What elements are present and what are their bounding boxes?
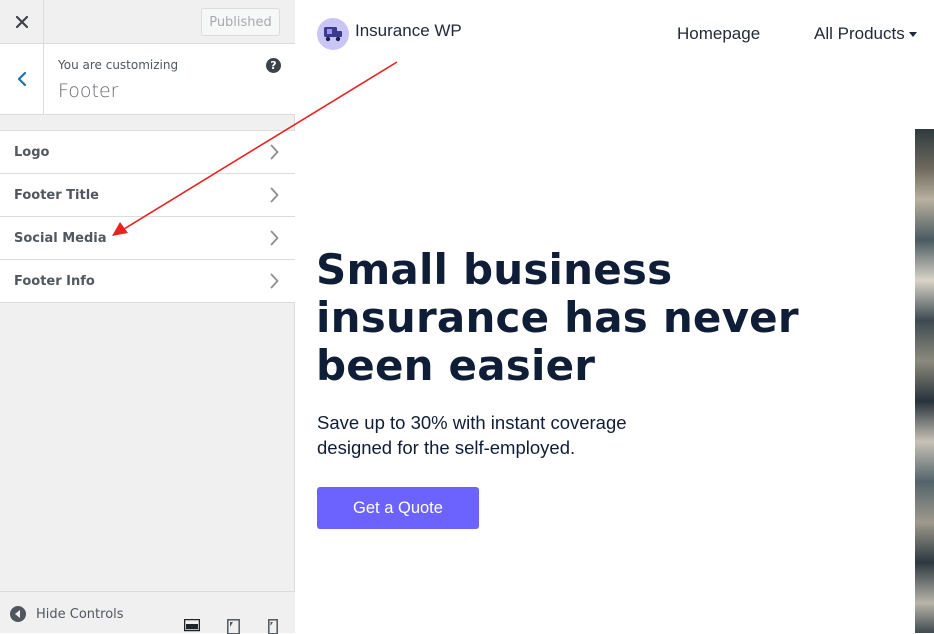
mobile-icon[interactable] <box>268 619 278 634</box>
control-item-logo[interactable]: Logo <box>0 131 295 174</box>
arrow-left-circle-icon <box>10 606 26 622</box>
hide-controls-label: Hide Controls <box>36 606 124 622</box>
control-item-label: Footer Title <box>14 187 99 203</box>
desktop-icon[interactable] <box>184 619 200 634</box>
site-title: Insurance WP <box>355 21 462 40</box>
control-item-label: Footer Info <box>14 273 95 289</box>
truck-icon <box>324 27 342 42</box>
publish-button[interactable]: Published <box>201 8 280 36</box>
control-item-social-media[interactable]: Social Media <box>0 217 295 260</box>
chevron-right-icon <box>270 273 279 289</box>
control-list: Logo Footer Title Social Media Footer In… <box>0 130 295 303</box>
nav-all-products-link[interactable]: All Products <box>814 24 917 44</box>
get-a-quote-button[interactable]: Get a Quote <box>317 487 479 529</box>
section-title: Footer <box>58 80 119 102</box>
customizer-footer-actions: Hide Controls <box>0 591 295 634</box>
control-item-label: Logo <box>14 144 50 160</box>
customizing-label: You are customizing <box>58 58 179 72</box>
customizer-header: Published <box>0 0 295 44</box>
control-item-label: Social Media <box>14 230 107 246</box>
nav-homepage-link[interactable]: Homepage <box>677 24 760 44</box>
hide-controls-button[interactable]: Hide Controls <box>10 606 124 622</box>
chevron-right-icon <box>270 230 279 246</box>
site-logo <box>317 18 349 50</box>
site-brand[interactable]: Insurance WP <box>317 18 462 50</box>
hero-subtitle: Save up to 30% with instant coverage des… <box>317 412 627 458</box>
site-preview: Insurance WP Homepage All Products Small… <box>296 0 934 633</box>
caret-down-icon <box>908 31 917 37</box>
chevron-left-icon <box>17 71 26 87</box>
help-icon[interactable]: ? <box>266 58 281 73</box>
chevron-right-icon <box>270 187 279 203</box>
control-item-footer-info[interactable]: Footer Info <box>0 260 295 303</box>
control-item-footer-title[interactable]: Footer Title <box>0 174 295 217</box>
nav-all-products-label: All Products <box>814 24 905 43</box>
back-button[interactable] <box>0 44 44 114</box>
close-icon <box>15 15 28 28</box>
close-customizer-button[interactable] <box>0 0 44 43</box>
hero-image <box>915 129 934 633</box>
tablet-icon[interactable] <box>227 619 240 634</box>
section-header: You are customizing Footer ? <box>0 44 295 115</box>
chevron-right-icon <box>270 144 279 160</box>
customizer-sidebar: Published You are customizing Footer ? L… <box>0 0 295 634</box>
hero-title: Small business insurance has never been … <box>316 245 799 390</box>
